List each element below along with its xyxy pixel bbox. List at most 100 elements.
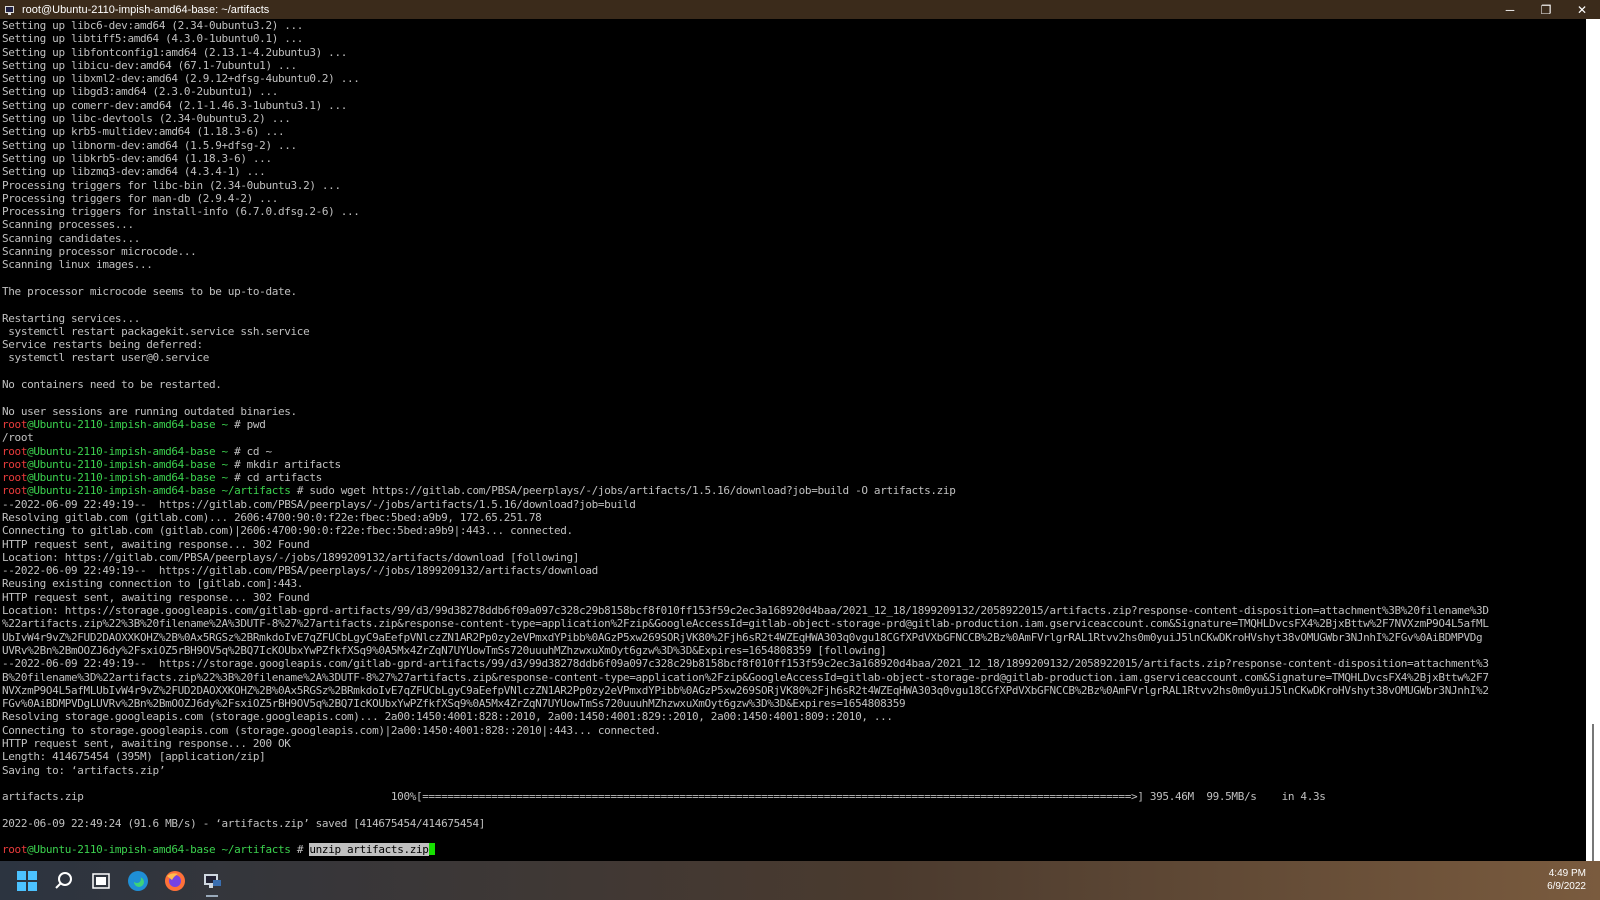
prompt-symbol: # [227, 457, 247, 471]
terminal-line: systemctl restart user@0.service [2, 351, 1586, 364]
line-text: FGv%0AiBDMPVDgLUVRv%2Bn%2BmOOZJ6dy%2Fsxi… [2, 697, 906, 711]
command-text: cd ~ [246, 444, 272, 458]
clock-date: 6/9/2022 [1547, 881, 1586, 892]
terminal-line: Setting up libc-devtools (2.34-0ubuntu3.… [2, 112, 1586, 125]
terminal-line: No user sessions are running outdated bi… [2, 405, 1586, 418]
terminal-line: No containers need to be restarted. [2, 378, 1586, 391]
taskbar: 4:49 PM 6/9/2022 [0, 861, 1600, 900]
line-text: Setting up libfontconfig1:amd64 (2.13.1-… [2, 45, 347, 59]
terminal-button[interactable] [194, 863, 230, 899]
line-text: Scanning processor microcode... [2, 245, 197, 259]
line-text: Setting up comerr-dev:amd64 (2.1-1.46.3-… [2, 98, 347, 112]
prompt-host: @Ubuntu-2110-impish-amd64-base [27, 471, 216, 485]
line-text: Setting up libkrb5-dev:amd64 (1.18.3-6) … [2, 151, 272, 165]
terminal-prompt-line: root@Ubuntu-2110-impish-amd64-base ~/art… [2, 843, 1586, 857]
window-title-bar[interactable]: root@Ubuntu-2110-impish-amd64-base: ~/ar… [0, 0, 1600, 19]
terminal-line: %22artifacts.zip%22%3B%20filename%2A%3DU… [2, 617, 1586, 630]
prompt-host: @Ubuntu-2110-impish-amd64-base [27, 457, 216, 471]
terminal-line: Service restarts being deferred: [2, 338, 1586, 351]
line-text: Resolving gitlab.com (gitlab.com)... 260… [2, 510, 542, 524]
line-text: systemctl restart user@0.service [2, 351, 209, 365]
terminal-output[interactable]: Setting up libc6-dev:amd64 (2.34-0ubuntu… [2, 19, 1586, 861]
line-text: Length: 414675454 (395M) [application/zi… [2, 750, 266, 764]
terminal-line: HTTP request sent, awaiting response... … [2, 591, 1586, 604]
terminal-line: Processing triggers for man-db (2.9.4-2)… [2, 192, 1586, 205]
prompt-symbol: # [290, 843, 310, 857]
line-text: UVRv%2Bn%2BmOOZJ6dy%2FsxiOZ5rBH9OV5q%2BQ… [2, 643, 887, 657]
line-text: %22artifacts.zip%22%3B%20filename%2A%3DU… [2, 617, 1489, 631]
terminal-prompt-line: root@Ubuntu-2110-impish-amd64-base ~ # m… [2, 458, 1586, 471]
prompt-user: root [2, 457, 28, 471]
terminal-line: --2022-06-09 22:49:19-- https://gitlab.c… [2, 498, 1586, 511]
scrollbar-thumb[interactable] [1592, 724, 1594, 864]
line-text: Setting up libnorm-dev:amd64 (1.5.9+dfsg… [2, 138, 297, 152]
terminal-app-icon [4, 4, 16, 16]
terminal-line: Location: https://gitlab.com/PBSA/peerpl… [2, 551, 1586, 564]
prompt-symbol: # [227, 471, 247, 485]
task-view-button[interactable] [83, 863, 119, 899]
terminal-line: Scanning linux images... [2, 258, 1586, 271]
terminal-icon [204, 873, 221, 888]
start-button[interactable] [9, 863, 45, 899]
maximize-button[interactable]: ❐ [1528, 0, 1564, 19]
firefox-button[interactable] [157, 863, 193, 899]
terminal-line: Setting up comerr-dev:amd64 (2.1-1.46.3-… [2, 99, 1586, 112]
terminal-line: Setting up libnorm-dev:amd64 (1.5.9+dfsg… [2, 139, 1586, 152]
terminal-line: --2022-06-09 22:49:19-- https://gitlab.c… [2, 564, 1586, 577]
line-text: The processor microcode seems to be up-t… [2, 284, 297, 298]
task-view-icon [92, 872, 110, 889]
line-text: Reusing existing connection to [gitlab.c… [2, 577, 304, 591]
prompt-user: root [2, 471, 28, 485]
close-button[interactable]: ✕ [1564, 0, 1600, 19]
terminal-line: artifacts.zip 100%[=====================… [2, 790, 1586, 803]
terminal-line: Processing triggers for libc-bin (2.34-0… [2, 179, 1586, 192]
window-title: root@Ubuntu-2110-impish-amd64-base: ~/ar… [22, 3, 270, 16]
command-text: pwd [246, 417, 266, 431]
prompt-symbol: # [290, 484, 310, 498]
terminal-line: Setting up libxml2-dev:amd64 (2.9.12+dfs… [2, 72, 1586, 85]
line-text: Setting up libzmq3-dev:amd64 (4.3.4-1) .… [2, 165, 266, 179]
terminal-line: Setting up libc6-dev:amd64 (2.34-0ubuntu… [2, 19, 1586, 32]
prompt-path: ~ [215, 417, 229, 431]
terminal-scrollbar[interactable] [1586, 19, 1600, 864]
terminal-line: Restarting services... [2, 312, 1586, 325]
line-text: Connecting to gitlab.com (gitlab.com)|26… [2, 524, 573, 538]
terminal-line: Setting up libgd3:amd64 (2.3.0-2ubuntu1)… [2, 85, 1586, 98]
line-text: HTTP request sent, awaiting response... … [2, 590, 310, 604]
prompt-user: root [2, 444, 28, 458]
terminal-line: The processor microcode seems to be up-t… [2, 285, 1586, 298]
terminal-line: Setting up libtiff5:amd64 (4.3.0-1ubuntu… [2, 32, 1586, 45]
line-text: Processing triggers for libc-bin (2.34-0… [2, 178, 341, 192]
terminal-line: Location: https://storage.googleapis.com… [2, 604, 1586, 617]
search-button[interactable] [46, 863, 82, 899]
terminal-line: Setting up krb5-multidev:amd64 (1.18.3-6… [2, 125, 1586, 138]
windows-logo-icon [17, 870, 37, 891]
minimize-button[interactable]: ─ [1492, 0, 1528, 19]
terminal-line: UVRv%2Bn%2BmOOZJ6dy%2FsxiOZ5rBH9OV5q%2BQ… [2, 644, 1586, 657]
clock-time: 4:49 PM [1548, 868, 1586, 879]
line-text: Location: https://gitlab.com/PBSA/peerpl… [2, 550, 580, 564]
search-icon [55, 871, 72, 889]
terminal-line: NVXzmP9O4L5afMLUbIvW4r9vZ%2FUD2DAOXXKOHZ… [2, 684, 1586, 697]
terminal-line: FGv%0AiBDMPVDgLUVRv%2Bn%2BmOOZJ6dy%2Fsxi… [2, 697, 1586, 710]
command-input[interactable]: unzip artifacts.zip [309, 843, 429, 857]
firefox-icon [165, 870, 185, 891]
command-text: cd artifacts [246, 471, 323, 485]
line-text: Setting up libxml2-dev:amd64 (2.9.12+dfs… [2, 72, 360, 86]
terminal-line: Connecting to storage.googleapis.com (st… [2, 724, 1586, 737]
terminal-line: 2022-06-09 22:49:24 (91.6 MB/s) - ‘artif… [2, 817, 1586, 830]
edge-button[interactable] [120, 863, 156, 899]
line-text: Processing triggers for install-info (6.… [2, 205, 360, 219]
terminal-line: systemctl restart packagekit.service ssh… [2, 325, 1586, 338]
line-text: Setting up libicu-dev:amd64 (67.1-7ubunt… [2, 58, 297, 72]
line-text: --2022-06-09 22:49:19-- https://gitlab.c… [2, 497, 636, 511]
terminal-line: UbIvW4r9vZ%2FUD2DAOXXKOHZ%2B%0Ax5RGSz%2B… [2, 631, 1586, 644]
line-text: Setting up krb5-multidev:amd64 (1.18.3-6… [2, 125, 285, 139]
taskbar-clock[interactable]: 4:49 PM 6/9/2022 [1547, 867, 1586, 893]
